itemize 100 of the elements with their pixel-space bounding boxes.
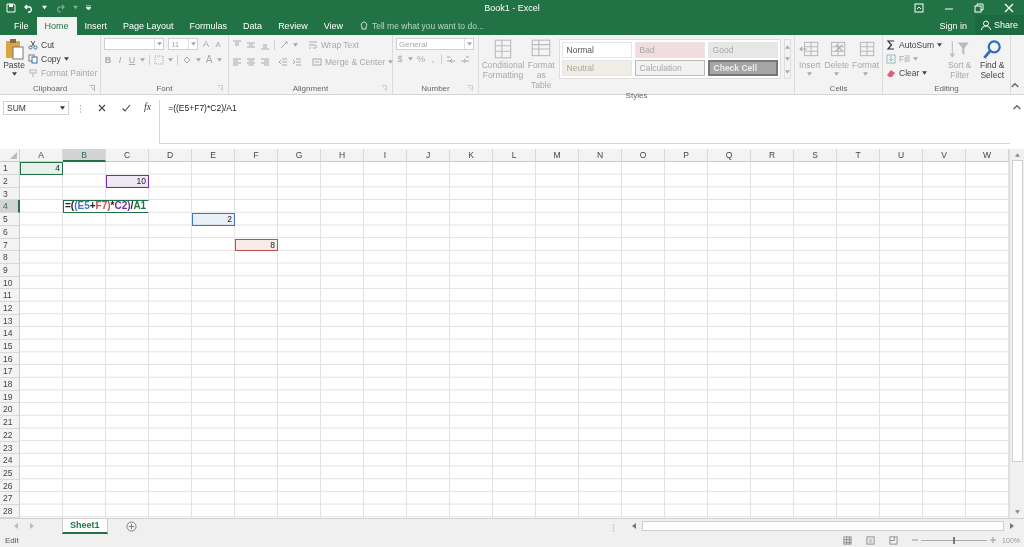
caret-icon (834, 72, 840, 77)
column-header[interactable]: W (966, 149, 1009, 163)
caret-icon[interactable] (42, 5, 47, 11)
clipboard-command[interactable]: Cut (28, 38, 98, 52)
add-sheet-icon[interactable] (125, 520, 137, 532)
zoom-in-icon[interactable] (990, 537, 997, 544)
split-handle-icon[interactable] (612, 523, 615, 534)
row-header[interactable]: 11 (0, 289, 20, 302)
column-header[interactable]: S (794, 149, 837, 163)
scissors-icon (28, 39, 38, 50)
caret-icon (388, 59, 393, 64)
row-header[interactable]: 8 (0, 251, 20, 264)
page-break-view-icon[interactable] (889, 535, 899, 545)
dialog-launcher-icon[interactable] (89, 85, 95, 92)
column-header[interactable]: L (493, 149, 536, 163)
caret-icon (60, 106, 65, 111)
column-header[interactable]: K (450, 149, 493, 163)
ribbon-tab[interactable]: Home (36, 17, 77, 36)
column-header[interactable]: E (192, 149, 235, 163)
clipboard-command[interactable]: Copy (28, 52, 98, 66)
ribbon-tab[interactable]: Data (235, 17, 271, 36)
column-header[interactable]: Q (708, 149, 751, 163)
previous-sheet-icon[interactable] (14, 523, 18, 530)
select-all-icon[interactable] (10, 152, 17, 160)
ribbon-tab[interactable]: Insert (76, 17, 116, 36)
restore-icon[interactable] (974, 2, 984, 13)
vertical-scrollbar[interactable] (1009, 149, 1024, 518)
sign-in-link[interactable]: Sign in (939, 21, 967, 32)
gallery-scroll[interactable] (783, 39, 791, 80)
row-header[interactable]: 15 (0, 340, 20, 353)
row-header[interactable]: 18 (0, 378, 20, 391)
row-header[interactable]: 21 (0, 416, 20, 429)
name-box[interactable]: SUM (3, 101, 69, 116)
down-arrow-icon (886, 53, 896, 64)
column-header[interactable]: D (149, 149, 192, 163)
group-label: Number (421, 83, 450, 93)
column-header[interactable]: H (321, 149, 364, 163)
group-label: Editing (934, 83, 959, 93)
page-layout-view-icon[interactable] (866, 535, 876, 545)
collapse-ribbon-icon[interactable] (1011, 82, 1019, 89)
clipboard-icon (3, 38, 25, 61)
sigma-icon (886, 39, 896, 50)
undo-icon[interactable] (24, 2, 34, 13)
insert-function-button[interactable]: fx (144, 101, 152, 113)
ribbon-options-icon[interactable] (914, 2, 924, 13)
drag-handle-icon[interactable] (79, 104, 82, 115)
save-icon[interactable] (6, 2, 16, 13)
column-header[interactable]: V (923, 149, 966, 163)
enter-icon[interactable] (121, 103, 131, 114)
cell-editor[interactable]: =((E5+F7)*C2)/A1 (63, 200, 149, 214)
column-header[interactable]: J (407, 149, 450, 163)
ribbon-tab[interactable]: Review (270, 17, 316, 36)
row-header[interactable]: 24 (0, 454, 20, 467)
row-header[interactable]: 20 (0, 403, 20, 417)
column-header[interactable]: I (364, 149, 407, 163)
ribbon-tab[interactable]: Page Layout (115, 17, 182, 36)
table-cell: 2 (192, 213, 235, 226)
caret-icon[interactable] (73, 5, 78, 11)
redo-icon[interactable] (55, 2, 65, 13)
customize-icon[interactable] (86, 5, 91, 11)
paste-button[interactable]: Paste (3, 38, 25, 83)
column-header[interactable]: F (235, 149, 278, 163)
column-header[interactable]: M (536, 149, 579, 163)
zoom-out-icon[interactable] (912, 537, 919, 544)
sheet-tab[interactable]: Sheet1 (62, 518, 108, 534)
group-label: Font (156, 83, 173, 93)
ribbon-tab[interactable]: File (6, 17, 37, 36)
column-header[interactable]: O (622, 149, 665, 163)
editing-command[interactable]: AutoSum (886, 38, 942, 52)
row-header[interactable]: 14 (0, 327, 20, 340)
share-button[interactable]: Share (974, 15, 1024, 36)
column-header[interactable]: U (880, 149, 923, 163)
normal-view-icon[interactable] (843, 535, 853, 545)
table-cell: 10 (106, 175, 149, 188)
caret-icon (936, 42, 942, 47)
row-header[interactable]: 17 (0, 365, 20, 379)
column-header[interactable]: P (665, 149, 708, 163)
row-header[interactable]: 1 (0, 162, 20, 176)
column-header[interactable]: C (106, 149, 149, 163)
next-sheet-icon[interactable] (30, 523, 34, 530)
group-label: Alignment (292, 83, 329, 93)
editing-command[interactable]: Find & Select (977, 38, 1007, 83)
ribbon-tab[interactable]: Formulas (181, 17, 236, 36)
row-header[interactable]: 4 (0, 200, 20, 214)
column-header[interactable]: T (837, 149, 880, 163)
cancel-icon[interactable] (97, 103, 107, 114)
collapse-formula-bar-icon[interactable] (1013, 104, 1021, 111)
row-header[interactable]: 2 (0, 175, 20, 188)
formula-input[interactable]: =((E5+F7)*C2)/A1 (159, 100, 1010, 145)
close-icon[interactable] (1004, 2, 1014, 13)
editing-command[interactable]: Clear (886, 66, 942, 80)
row-header[interactable]: 27 (0, 492, 20, 505)
column-header[interactable]: G (278, 149, 321, 163)
ribbon-tab[interactable]: View (315, 17, 351, 36)
column-header[interactable]: R (751, 149, 794, 163)
row-header[interactable]: 5 (0, 213, 20, 226)
column-header[interactable]: A (20, 149, 63, 163)
tell-me-field[interactable]: Tell me what you want to do... (351, 17, 512, 36)
column-header[interactable]: B (63, 149, 106, 163)
column-header[interactable]: N (579, 149, 622, 163)
